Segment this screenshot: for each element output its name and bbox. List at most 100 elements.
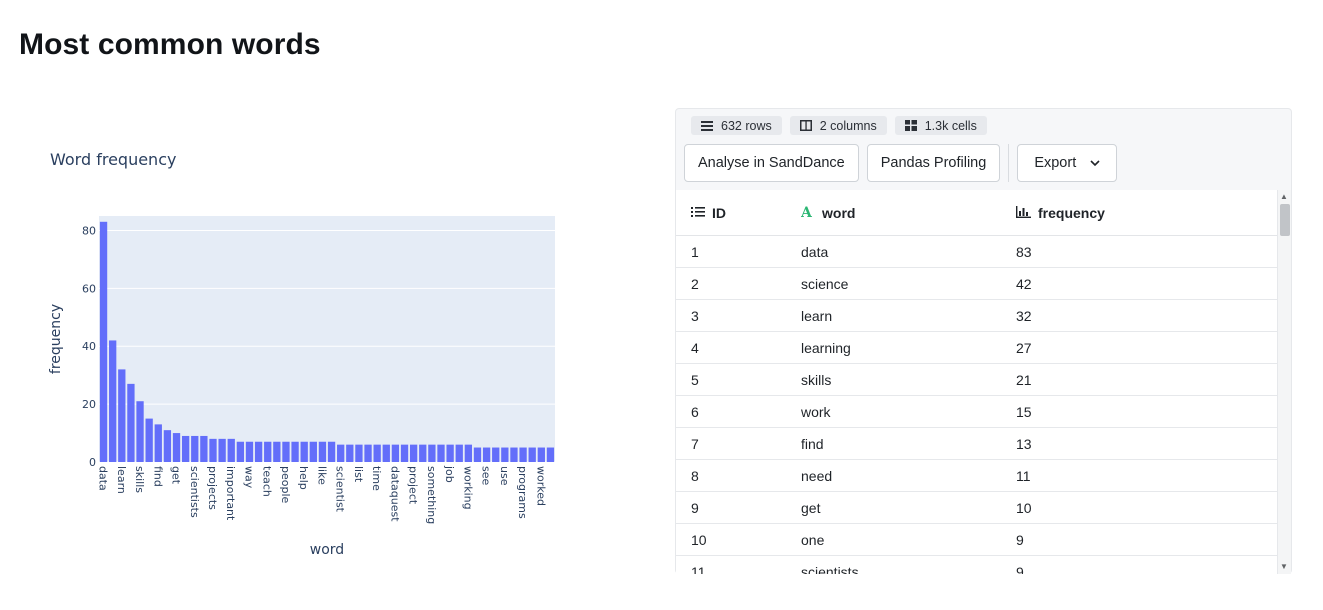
bar	[473, 447, 482, 462]
bar	[273, 441, 281, 462]
columns-icon	[799, 120, 812, 131]
cell-word: skills	[786, 363, 1001, 396]
columns-count: 2 columns	[819, 118, 877, 133]
bar	[382, 444, 390, 462]
cell-id: 11	[676, 555, 786, 574]
x-tick-label: scientist	[334, 466, 347, 513]
bar	[99, 221, 108, 462]
bar	[400, 444, 409, 462]
page-title: Most common words	[19, 28, 321, 61]
analyse-sanddance-button[interactable]: Analyse in SandDance	[684, 144, 859, 182]
scroll-up-icon[interactable]: ▲	[1280, 193, 1288, 201]
cell-id: 4	[676, 331, 786, 364]
bar	[482, 447, 491, 462]
table-row[interactable]: 6 work 15	[676, 395, 1277, 428]
cell-frequency: 27	[1001, 331, 1277, 364]
cell-word: find	[786, 427, 1001, 460]
bar	[181, 435, 190, 462]
svg-text:A: A	[801, 205, 813, 218]
header-id[interactable]: ID	[676, 190, 786, 236]
cell-id: 10	[676, 523, 786, 556]
rows-count: 632 rows	[721, 118, 772, 133]
bar	[373, 444, 381, 462]
x-tick-label: see	[480, 466, 493, 485]
bar	[519, 447, 527, 462]
bar	[218, 438, 226, 462]
table-scrollbar[interactable]: ▲ ▼	[1277, 190, 1291, 574]
table-row[interactable]: 2 science 42	[676, 267, 1277, 300]
scroll-thumb[interactable]	[1280, 204, 1290, 236]
list-numbered-icon	[691, 205, 705, 221]
table-row[interactable]: 4 learning 27	[676, 331, 1277, 364]
cells-chip: 1.3k cells	[894, 116, 987, 135]
cell-frequency: 11	[1001, 459, 1277, 492]
cell-frequency: 32	[1001, 299, 1277, 332]
scroll-down-icon[interactable]: ▼	[1280, 563, 1288, 571]
table-row[interactable]: 7 find 13	[676, 427, 1277, 460]
bar	[145, 418, 153, 462]
word-frequency-chart: Word frequency 0 20 40 60 80 data learn skills…	[0, 130, 600, 570]
cells-count: 1.3k cells	[924, 118, 977, 133]
cell-frequency: 83	[1001, 235, 1277, 268]
x-tick-label: important	[224, 466, 237, 521]
x-tick-label: find	[151, 466, 164, 487]
bar	[464, 444, 473, 462]
table-row[interactable]: 9 get 10	[676, 491, 1277, 524]
header-frequency[interactable]: frequency	[1001, 190, 1277, 236]
bar	[291, 441, 299, 462]
bar	[227, 438, 235, 462]
x-tick-label: way	[242, 466, 255, 489]
bar	[309, 441, 317, 462]
bar	[546, 447, 555, 462]
x-tick-label: project	[407, 466, 420, 505]
table-row[interactable]: 3 learn 32	[676, 299, 1277, 332]
bar	[282, 441, 290, 462]
bar	[127, 383, 135, 462]
header-word[interactable]: A word	[786, 190, 1001, 236]
cell-word: one	[786, 523, 1001, 556]
table-row[interactable]: 1 data 83	[676, 235, 1277, 268]
bar	[419, 444, 427, 462]
pandas-profiling-button[interactable]: Pandas Profiling	[866, 144, 1001, 182]
export-label: Export	[1034, 155, 1077, 171]
bar	[510, 447, 518, 462]
y-tick-label: 40	[82, 340, 96, 353]
bar	[409, 444, 418, 462]
cell-word: get	[786, 491, 1001, 524]
cell-word: learn	[786, 299, 1001, 332]
rows-chip: 632 rows	[691, 116, 782, 135]
y-tick-label: 60	[82, 282, 96, 295]
x-tick-label: skills	[133, 466, 146, 493]
rows-icon	[701, 120, 713, 131]
cell-frequency: 15	[1001, 395, 1277, 428]
cell-frequency: 9	[1001, 523, 1277, 556]
x-axis-label: word	[310, 542, 344, 558]
bar	[355, 444, 363, 462]
bar	[337, 444, 345, 462]
bar	[254, 441, 263, 462]
x-tick-label: projects	[206, 466, 219, 510]
cell-id: 1	[676, 235, 786, 268]
x-tick-label: worked	[534, 466, 547, 506]
x-tick-label: job	[443, 465, 456, 483]
table-row[interactable]: 5 skills 21	[676, 363, 1277, 396]
cell-id: 5	[676, 363, 786, 396]
toolbar-divider	[1008, 144, 1010, 182]
table-row[interactable]: 8 need 11	[676, 459, 1277, 492]
x-tick-label: dataquest	[388, 466, 401, 522]
bar	[391, 444, 400, 462]
cells-icon	[904, 120, 917, 131]
table-row[interactable]: 11 scientists 9	[676, 555, 1277, 574]
export-button[interactable]: Export	[1017, 144, 1118, 182]
cell-frequency: 13	[1001, 427, 1277, 460]
table-body: 1 data 83 2 science 42 3 learn 32 4 learning 27 5 ski…	[676, 235, 1277, 574]
table-row[interactable]: 10 one 9	[676, 523, 1277, 556]
x-tick-label: get	[170, 466, 183, 485]
x-tick-label: list	[352, 466, 365, 483]
x-ticks: data learn skills find get scientists projects…	[97, 465, 548, 524]
cell-id: 9	[676, 491, 786, 524]
table-scroll-area[interactable]: ID A word frequency 1 data 83 2 science …	[676, 190, 1277, 574]
cell-word: data	[786, 235, 1001, 268]
chart-title: Word frequency	[50, 150, 176, 169]
cell-id: 6	[676, 395, 786, 428]
